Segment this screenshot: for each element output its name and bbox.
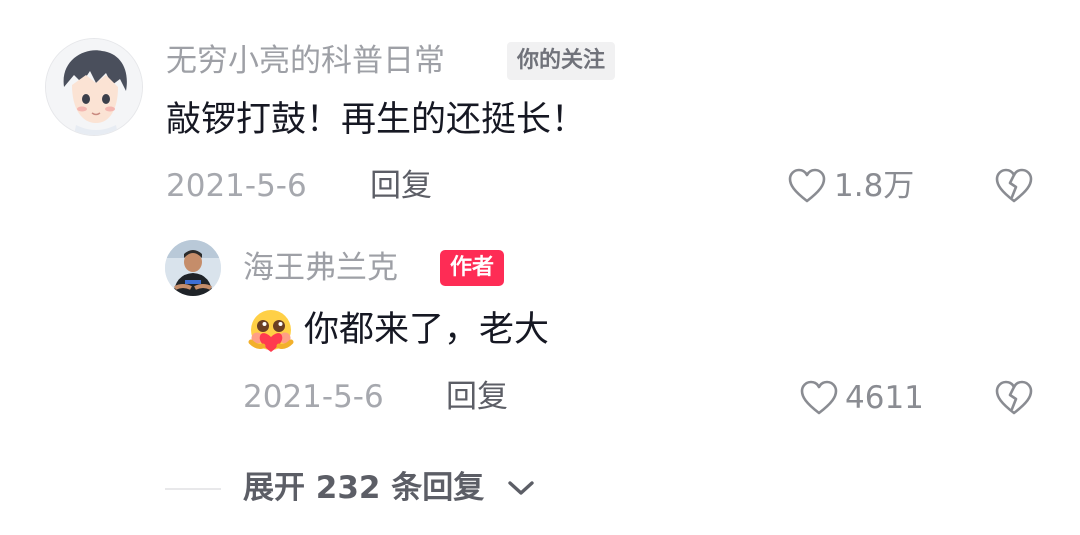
comment-date: 2021-5-6 [166, 168, 307, 204]
heart-icon[interactable] [800, 380, 838, 416]
expand-replies-label: 展开 232 条回复 [243, 470, 485, 506]
reply-button[interactable]: 回复 [370, 166, 432, 206]
reply-avatar[interactable] [165, 240, 221, 296]
reply-date: 2021-5-6 [243, 379, 384, 415]
reply-like-count: 4611 [845, 380, 924, 416]
comment-text: 敲锣打鼓！再生的还挺长！ [166, 100, 587, 140]
like-count: 1.8万 [834, 168, 915, 204]
follow-badge: 你的关注 [507, 42, 616, 80]
expand-divider [165, 488, 221, 490]
love-emoji-icon [243, 308, 299, 354]
reply-reply-button[interactable]: 回复 [446, 377, 508, 417]
dislike-icon[interactable] [995, 168, 1033, 204]
reply-text: 你都来了，老大 [304, 310, 550, 350]
reply-author-name[interactable]: 海王弗兰克 [243, 248, 398, 288]
avatar[interactable] [45, 38, 143, 136]
author-badge: 作者 [440, 250, 505, 286]
heart-icon[interactable] [788, 168, 826, 204]
comment-author-name[interactable]: 无穷小亮的科普日常 [166, 41, 445, 81]
chevron-down-icon[interactable] [506, 477, 536, 499]
dislike-icon[interactable] [995, 380, 1033, 416]
expand-replies-button[interactable]: 展开 232 条回复 [243, 468, 484, 508]
